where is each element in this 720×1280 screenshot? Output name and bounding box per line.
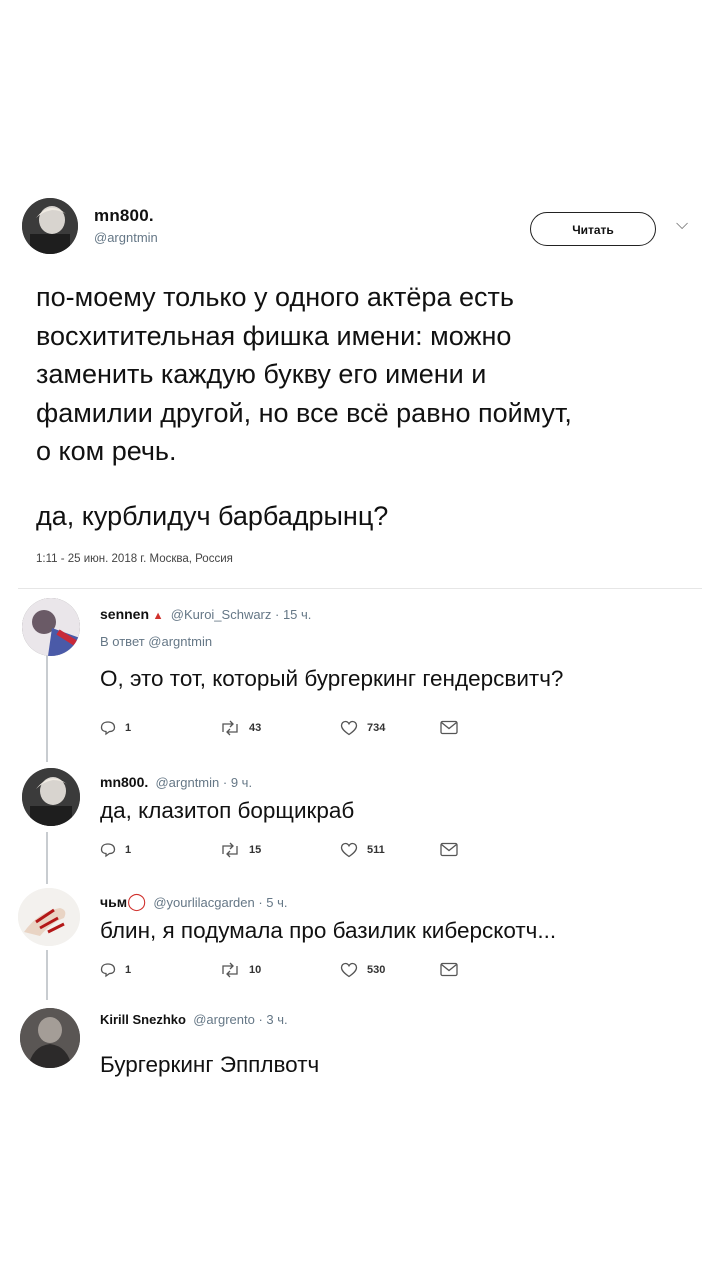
reply-time: · 5 ч. (258, 895, 288, 910)
reply-action[interactable]: 1 (100, 962, 131, 978)
reply-time: · 3 ч. (258, 1012, 288, 1027)
author-name[interactable]: mn800. (94, 206, 154, 226)
thread-line (46, 652, 48, 762)
like-count: 734 (367, 722, 386, 734)
retweet-count: 10 (249, 964, 262, 976)
dm-action[interactable] (440, 720, 467, 735)
author-avatar-image (22, 198, 78, 254)
thread-line (46, 832, 48, 884)
like-count: 530 (367, 964, 386, 976)
reply-author-name[interactable]: sennen (100, 606, 149, 622)
tweet-text-line: заменить каждую букву его имени и (36, 359, 487, 389)
reply-author-handle[interactable]: @yourlilacgarden (153, 895, 254, 910)
retweet-icon (222, 962, 238, 978)
reply-count: 1 (125, 964, 132, 976)
reply-avatar[interactable] (22, 598, 80, 656)
reply-icon (100, 721, 116, 736)
heart-icon (340, 720, 358, 736)
reply-action[interactable]: 1 (100, 720, 131, 736)
reply-count: 1 (125, 844, 132, 856)
retweet-count: 15 (249, 844, 262, 856)
reply-header: mn800. @argntmin · 9 ч. (100, 774, 252, 790)
thread-line (46, 950, 48, 1000)
envelope-icon (440, 842, 458, 857)
reply-author-handle[interactable]: @argrento (193, 1012, 255, 1027)
reply-header: чьм◯ @yourlilacgarden · 5 ч. (100, 892, 288, 912)
envelope-icon (440, 720, 458, 735)
badge-circle: ◯ (127, 892, 147, 911)
dm-action[interactable] (440, 962, 467, 977)
verified-badge: ▲ (152, 610, 164, 622)
reply-actions: 1 43 734 (100, 720, 480, 740)
reply-avatar-image (20, 1008, 80, 1068)
tweet-text: по-моему только у одного актёра есть вос… (36, 278, 696, 471)
reply-time: · 9 ч. (222, 775, 253, 790)
author-avatar[interactable] (22, 198, 78, 254)
divider (18, 588, 702, 589)
tweet-timestamp-location[interactable]: 1:11 - 25 июн. 2018 г. Москва, Россия (36, 553, 233, 565)
retweet-action[interactable]: 15 (220, 842, 261, 858)
like-count: 511 (367, 844, 385, 856)
reply-text: О, это тот, который бургеркинг гендерсви… (100, 666, 564, 691)
follow-button[interactable]: Читать (530, 212, 656, 246)
reply-text: Бургеркинг Эпплвотч (100, 1052, 320, 1077)
reply-text: блин, я подумала про базилик киберскотч.… (100, 918, 557, 943)
heart-icon (340, 842, 358, 858)
heart-icon (340, 962, 358, 978)
reply-author-handle[interactable]: @Kuroi_Schwarz (171, 607, 272, 622)
reply-actions: 1 15 511 (100, 842, 480, 862)
reply-avatar[interactable] (18, 888, 80, 946)
reply-author-handle[interactable]: @argntmin (155, 775, 219, 790)
reply-avatar[interactable] (20, 1008, 80, 1068)
retweet-action[interactable]: 43 (220, 720, 261, 736)
envelope-icon (440, 962, 458, 977)
tweet-text-line: о ком речь. (36, 436, 177, 466)
reply-action[interactable]: 1 (100, 842, 131, 858)
reply-author-name[interactable]: Kirill Snezhko (100, 1012, 186, 1027)
reply-avatar-image (22, 598, 80, 656)
reply-avatar-image (22, 768, 80, 826)
retweet-action[interactable]: 10 (220, 962, 261, 978)
reply-icon (100, 843, 116, 858)
author-handle[interactable]: @argntmin (94, 230, 158, 245)
tweet-text-second: да, курблидуч барбадрынц? (36, 501, 389, 531)
reply-time: · 15 ч. (275, 607, 312, 622)
chevron-down-icon[interactable]: ⌵ (676, 216, 688, 234)
like-action[interactable]: 530 (340, 962, 385, 978)
like-action[interactable]: 734 (340, 720, 385, 736)
retweet-icon (222, 842, 238, 858)
reply-header: Kirill Snezhko @argrento · 3 ч. (100, 1012, 288, 1027)
reply-actions: 1 10 530 (100, 962, 480, 982)
reply-header: sennen ▲ @Kuroi_Schwarz · 15 ч. (100, 606, 311, 622)
reply-text: да, клазитоп борщикраб (100, 798, 355, 823)
tweet-text-line: восхитительная фишка имени: можно (36, 320, 512, 351)
retweet-count: 43 (249, 722, 262, 734)
retweet-icon (222, 720, 238, 736)
reply-avatar[interactable] (22, 768, 80, 826)
dm-action[interactable] (440, 842, 467, 857)
reply-author-name[interactable]: чьм (100, 894, 127, 910)
reply-to-label[interactable]: В ответ @argntmin (100, 634, 212, 649)
tweet-text-line: фамилии другой, но все всё равно поймут, (36, 397, 572, 428)
tweet-text-line: по-моему только у одного актёра есть (36, 282, 514, 312)
reply-avatar-image (18, 888, 80, 946)
reply-icon (100, 963, 116, 978)
reply-count: 1 (125, 722, 132, 734)
reply-author-name[interactable]: mn800. (100, 774, 148, 790)
like-action[interactable]: 511 (340, 842, 385, 858)
